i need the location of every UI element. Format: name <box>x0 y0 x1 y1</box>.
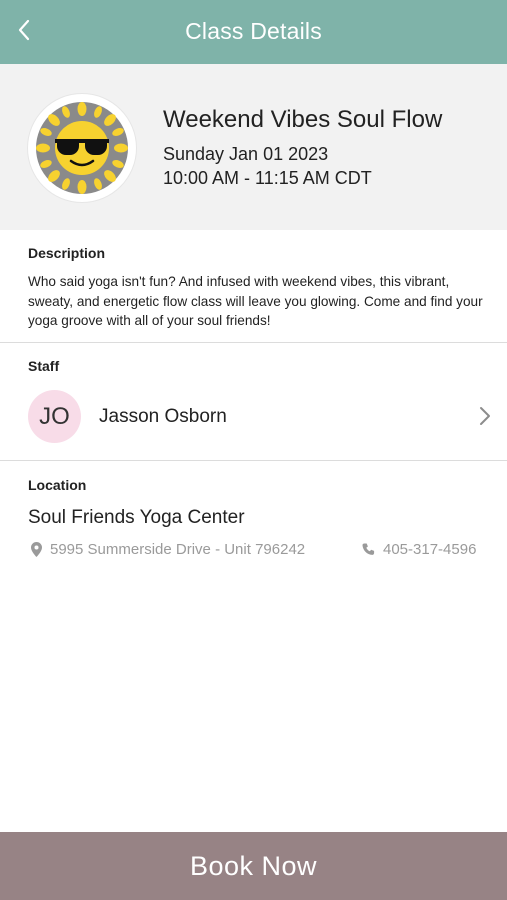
class-summary: Weekend Vibes Soul Flow Sunday Jan 01 20… <box>0 64 507 230</box>
staff-row[interactable]: JO Jasson Osborn <box>0 384 507 450</box>
address-text: 5995 Summerside Drive - Unit 796242 <box>50 540 306 558</box>
phone-link[interactable]: 405-317-4596 <box>362 539 476 559</box>
book-now-button[interactable]: Book Now <box>0 832 507 900</box>
avatar: JO <box>28 390 81 443</box>
address-link[interactable]: 5995 Summerside Drive - Unit 796242 <box>31 539 305 559</box>
staff-label: Staff <box>28 358 60 374</box>
page-title: Class Details <box>185 18 322 44</box>
location-label: Location <box>28 477 87 493</box>
class-time: 10:00 AM - 11:15 AM CDT <box>163 168 372 188</box>
staff-name: Jasson Osborn <box>99 406 227 427</box>
divider <box>0 460 507 461</box>
location-name: Soul Friends Yoga Center <box>28 507 245 528</box>
description-text: Who said yoga isn't fun? And infused wit… <box>28 274 483 328</box>
chevron-right-icon <box>480 407 490 425</box>
phone-text: 405-317-4596 <box>383 540 477 558</box>
app-header: Class Details <box>0 0 507 64</box>
class-name: Weekend Vibes Soul Flow <box>163 106 443 133</box>
divider <box>0 342 507 343</box>
sun-with-sunglasses-icon <box>36 102 128 194</box>
description-label: Description <box>28 245 106 261</box>
class-details-screen: Class Details Weekend Vibes Soul Flow Su… <box>0 0 507 900</box>
map-pin-icon <box>31 541 42 557</box>
phone-icon <box>362 543 375 555</box>
class-image <box>28 94 136 202</box>
class-date: Sunday Jan 01 2023 <box>163 144 329 164</box>
